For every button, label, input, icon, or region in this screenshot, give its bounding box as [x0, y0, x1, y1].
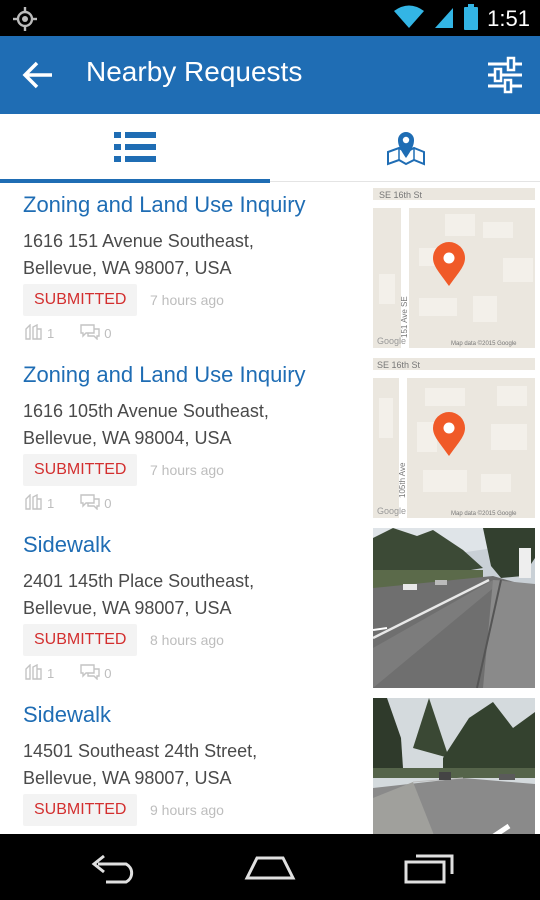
map-credit: Map data ©2015 Google: [451, 510, 517, 517]
address-line-1: 14501 Southeast 24th Street,: [23, 741, 258, 761]
request-title[interactable]: Sidewalk: [23, 702, 333, 728]
like-icon: [25, 493, 43, 513]
address-line-2: Bellevue, WA 98007, USA: [23, 258, 232, 278]
address-line-1: 1616 151 Avenue Southeast,: [23, 231, 254, 251]
photo-thumbnail[interactable]: [373, 698, 535, 834]
request-stats: 1 0: [25, 323, 137, 343]
map-icon: [387, 128, 425, 170]
comment-count: 0: [104, 326, 112, 341]
request-address: 1616 151 Avenue Southeast, Bellevue, WA …: [23, 228, 254, 282]
signal-icon: [433, 4, 455, 34]
address-line-2: Bellevue, WA 98007, USA: [23, 598, 232, 618]
list-icon: [114, 131, 156, 167]
request-item[interactable]: Sidewalk 14501 Southeast 24th Street, Be…: [0, 692, 540, 834]
request-stats: 1 0: [25, 663, 137, 683]
request-address: 1616 105th Avenue Southeast, Bellevue, W…: [23, 398, 269, 452]
request-address: 2401 145th Place Southeast, Bellevue, WA…: [23, 568, 254, 622]
request-title[interactable]: Sidewalk: [23, 532, 333, 558]
wifi-icon: [393, 4, 425, 34]
clock: 1:51: [487, 6, 530, 31]
request-title[interactable]: Zoning and Land Use Inquiry: [23, 362, 333, 388]
comment-icon: [80, 664, 100, 683]
page-title: Nearby Requests: [86, 56, 303, 87]
location-icon: [12, 6, 38, 36]
map-thumbnail[interactable]: SE 16th St 151 Ave SE Google Map data ©2…: [373, 188, 535, 348]
map-avenue-label: 105th Ave: [398, 462, 407, 498]
filter-icon[interactable]: [486, 56, 524, 94]
time-ago: 8 hours ago: [150, 632, 224, 648]
request-stats: 1 0: [25, 493, 137, 513]
map-credit: Map data ©2015 Google: [451, 340, 517, 347]
like-icon: [25, 323, 43, 343]
status-badge: SUBMITTED: [23, 284, 138, 316]
time-ago: 9 hours ago: [150, 802, 224, 818]
map-street-label: SE 16th St: [379, 190, 423, 200]
address-line-2: Bellevue, WA 98004, USA: [23, 428, 232, 448]
address-line-1: 2401 145th Place Southeast,: [23, 571, 255, 591]
address-line-1: 1616 105th Avenue Southeast,: [23, 401, 269, 421]
system-nav-bar: [0, 834, 540, 900]
map-logo: Google: [377, 336, 406, 346]
comment-count: 0: [104, 666, 112, 681]
like-count: 1: [47, 666, 55, 681]
tab-list[interactable]: [0, 114, 270, 183]
like-count: 1: [47, 326, 55, 341]
like-icon: [25, 663, 43, 683]
comment-count: 0: [104, 496, 112, 511]
nav-back-icon[interactable]: [88, 852, 138, 888]
like-count: 1: [47, 496, 55, 511]
map-logo: Google: [377, 506, 406, 516]
request-list: Zoning and Land Use Inquiry 1616 151 Ave…: [0, 182, 540, 834]
address-line-2: Bellevue, WA 98007, USA: [23, 768, 232, 788]
app-bar: Nearby Requests: [0, 36, 540, 114]
request-item[interactable]: Sidewalk 2401 145th Place Southeast, Bel…: [0, 522, 540, 692]
back-arrow-icon[interactable]: [22, 60, 56, 90]
comment-icon: [80, 494, 100, 513]
request-title[interactable]: Zoning and Land Use Inquiry: [23, 192, 333, 218]
comment-icon: [80, 324, 100, 343]
time-ago: 7 hours ago: [150, 292, 224, 308]
map-street-label: SE 16th St: [377, 360, 421, 370]
status-bar: 1:51: [0, 0, 540, 36]
map-thumbnail[interactable]: SE 16th St 105th Ave Google Map data ©20…: [373, 358, 535, 518]
status-badge: SUBMITTED: [23, 794, 138, 826]
map-avenue-label: 151 Ave SE: [400, 296, 409, 338]
view-tabs: [0, 114, 540, 183]
battery-icon: [463, 3, 479, 35]
photo-thumbnail[interactable]: [373, 528, 535, 688]
status-badge: SUBMITTED: [23, 624, 138, 656]
nav-recents-icon[interactable]: [404, 852, 456, 888]
nav-home-icon[interactable]: [243, 852, 297, 888]
request-address: 14501 Southeast 24th Street, Bellevue, W…: [23, 738, 257, 792]
tab-map[interactable]: [270, 114, 540, 182]
request-item[interactable]: Zoning and Land Use Inquiry 1616 151 Ave…: [0, 182, 540, 352]
status-badge: SUBMITTED: [23, 454, 138, 486]
time-ago: 7 hours ago: [150, 462, 224, 478]
request-item[interactable]: Zoning and Land Use Inquiry 1616 105th A…: [0, 352, 540, 522]
